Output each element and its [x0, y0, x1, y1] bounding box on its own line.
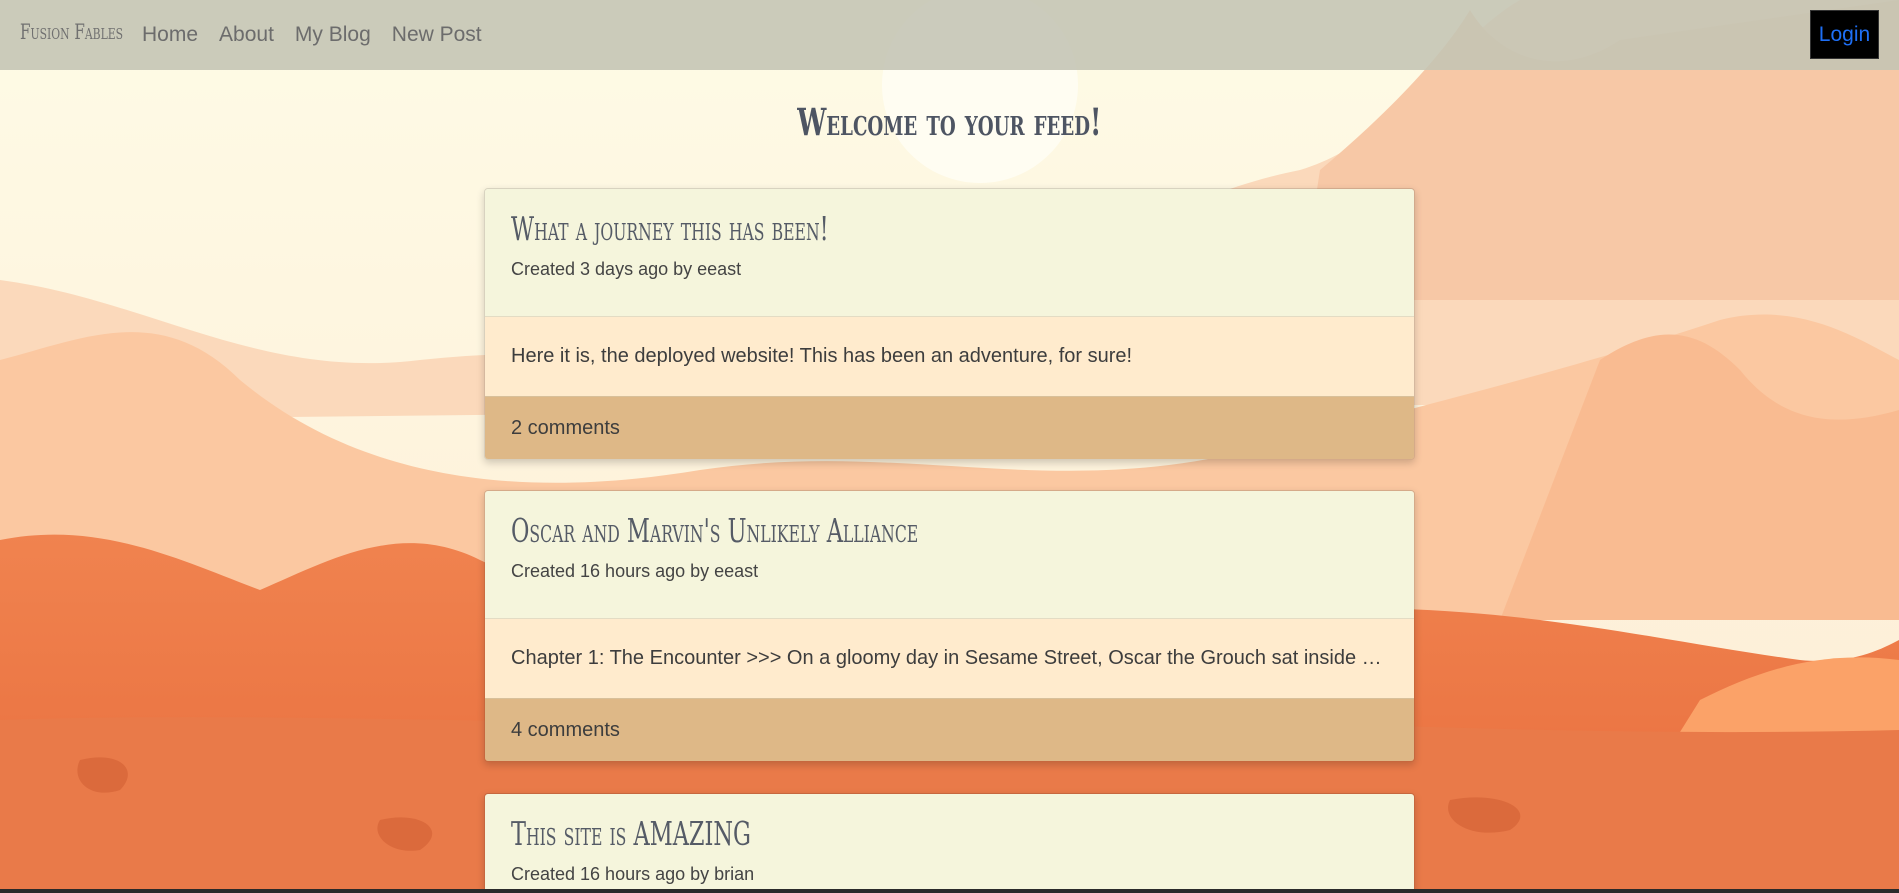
window-bottom-edge: [0, 889, 1899, 893]
page-title: Welcome to your feed!: [0, 100, 1899, 144]
post-card-header: What a journey this has been! Created 3 …: [485, 189, 1414, 317]
post-meta: Created 16 hours ago by eeast: [511, 561, 759, 581]
post-card: This site is AMAZING Created 16 hours ag…: [484, 793, 1415, 893]
nav-link-about[interactable]: About: [219, 23, 274, 47]
post-comments-count[interactable]: 4 comments: [511, 719, 620, 742]
post-meta: Created 3 days ago by eeast: [511, 259, 742, 279]
page-title-text: Welcome to your feed!: [797, 100, 1102, 144]
post-card-header: This site is AMAZING Created 16 hours ag…: [485, 794, 1414, 892]
post-meta: Created 16 hours ago by brian: [511, 864, 755, 884]
post-card: Oscar and Marvin's Unlikely Alliance Cre…: [484, 490, 1415, 762]
post-card-footer: 4 comments: [485, 699, 1414, 761]
post-excerpt: Chapter 1: The Encounter >>> On a gloomy…: [511, 647, 1388, 669]
navbar: Fusion Fables Home About My Blog New Pos…: [0, 0, 1899, 70]
post-title[interactable]: Oscar and Marvin's Unlikely Alliance: [511, 511, 918, 550]
post-title[interactable]: This site is AMAZING: [511, 814, 751, 853]
post-card-header: Oscar and Marvin's Unlikely Alliance Cre…: [485, 491, 1414, 619]
nav-link-home[interactable]: Home: [142, 23, 198, 47]
post-card-body: Here it is, the deployed website! This h…: [485, 317, 1414, 397]
nav-links: Home About My Blog New Post: [142, 23, 503, 47]
post-title[interactable]: What a journey this has been!: [511, 209, 829, 248]
nav-link-new-post[interactable]: New Post: [392, 23, 482, 47]
nav-link-my-blog[interactable]: My Blog: [295, 23, 371, 47]
post-comments-count[interactable]: 2 comments: [511, 417, 620, 440]
post-card: What a journey this has been! Created 3 …: [484, 188, 1415, 460]
post-card-body: Chapter 1: The Encounter >>> On a gloomy…: [485, 619, 1414, 699]
post-card-footer: 2 comments: [485, 397, 1414, 459]
brand-logo[interactable]: Fusion Fables: [20, 20, 123, 44]
post-excerpt: Here it is, the deployed website! This h…: [511, 345, 1133, 367]
login-button[interactable]: Login: [1810, 10, 1879, 59]
